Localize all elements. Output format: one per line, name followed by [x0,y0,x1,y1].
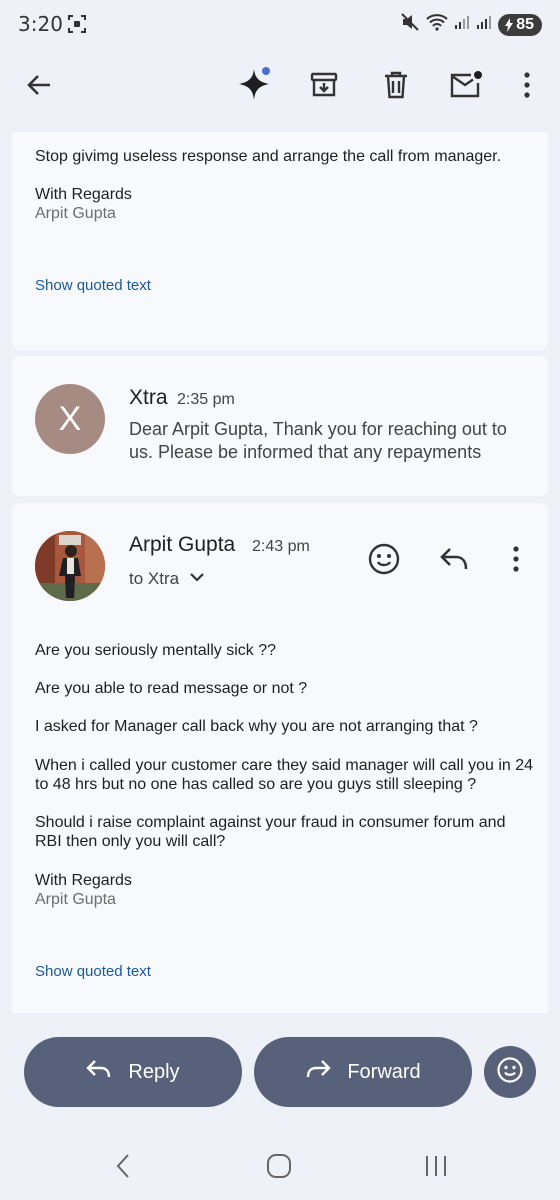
reply-button[interactable]: Reply [24,1037,242,1107]
nav-back-icon[interactable] [108,1151,138,1181]
archive-icon[interactable] [305,66,343,104]
status-time: 3:20 [18,12,63,36]
system-nav-bar [0,1125,560,1200]
emoji-reaction-button[interactable] [484,1046,536,1098]
signal-icon-2 [476,14,492,35]
regards-text: With Regards [35,872,132,889]
signature-text: Arpit Gupta [35,205,116,222]
show-quoted-text-link[interactable]: Show quoted text [35,276,151,295]
message-paragraph: Are you able to read message or not ? [35,680,308,697]
message-paragraph: When i called your customer care they sa… [35,757,534,793]
avatar: X [35,384,105,454]
message-time: 2:35 pm [177,391,235,408]
sender-name: Xtra [129,386,168,409]
reply-icon [86,1058,112,1086]
signal-icon [454,14,470,35]
chevron-down-icon [189,570,205,588]
message-paragraph: I asked for Manager call back why you ar… [35,718,478,735]
bottom-action-bar: Reply Forward [0,1020,560,1120]
nav-home-icon[interactable] [264,1151,294,1181]
battery-badge: 85 [498,13,542,36]
signature-text: Arpit Gupta [35,891,116,908]
recipient-row[interactable]: to Xtra [129,569,205,589]
more-vert-icon[interactable] [508,66,546,104]
forward-icon [305,1058,332,1086]
forward-label: Forward [347,1060,421,1083]
message-paragraph: Should i raise complaint against your fr… [35,814,506,850]
forward-button[interactable]: Forward [254,1037,472,1107]
top-app-bar [0,52,560,118]
nav-recents-icon[interactable] [421,1151,451,1181]
sender-name: Arpit Gupta [129,533,236,556]
message-card-3: Arpit Gupta 2:43 pm to Xtra Are you seri… [12,503,548,1013]
more-vert-icon[interactable] [496,539,536,579]
reply-icon[interactable] [434,539,474,579]
battery-level: 85 [516,15,534,33]
delete-icon[interactable] [377,66,415,104]
message-snippet: Dear Arpit Gupta, Thank you for reaching… [129,419,507,462]
emoji-icon [496,1056,524,1089]
wifi-icon [426,13,448,36]
emoji-reaction-icon[interactable] [364,539,404,579]
mark-unread-icon[interactable] [447,66,485,104]
message-body-line: Stop givimg useless response and arrange… [35,148,502,165]
recipient-text: to Xtra [129,569,180,588]
gemini-sparkle-icon[interactable] [235,66,273,104]
avatar[interactable] [35,531,105,601]
mute-icon [400,12,420,37]
reply-label: Reply [128,1060,180,1083]
status-bar: 3:20 85 [0,0,560,50]
screen-record-icon [68,15,86,33]
message-time: 2:43 pm [252,538,310,555]
message-card-1: Stop givimg useless response and arrange… [12,132,548,350]
message-card-2[interactable]: X Xtra 2:35 pm Dear Arpit Gupta, Thank y… [12,356,548,496]
regards-text: With Regards [35,186,132,203]
show-quoted-text-link[interactable]: Show quoted text [35,962,151,981]
status-icons: 85 [400,12,542,37]
message-paragraph: Are you seriously mentally sick ?? [35,642,276,659]
back-arrow-icon[interactable] [20,66,58,104]
